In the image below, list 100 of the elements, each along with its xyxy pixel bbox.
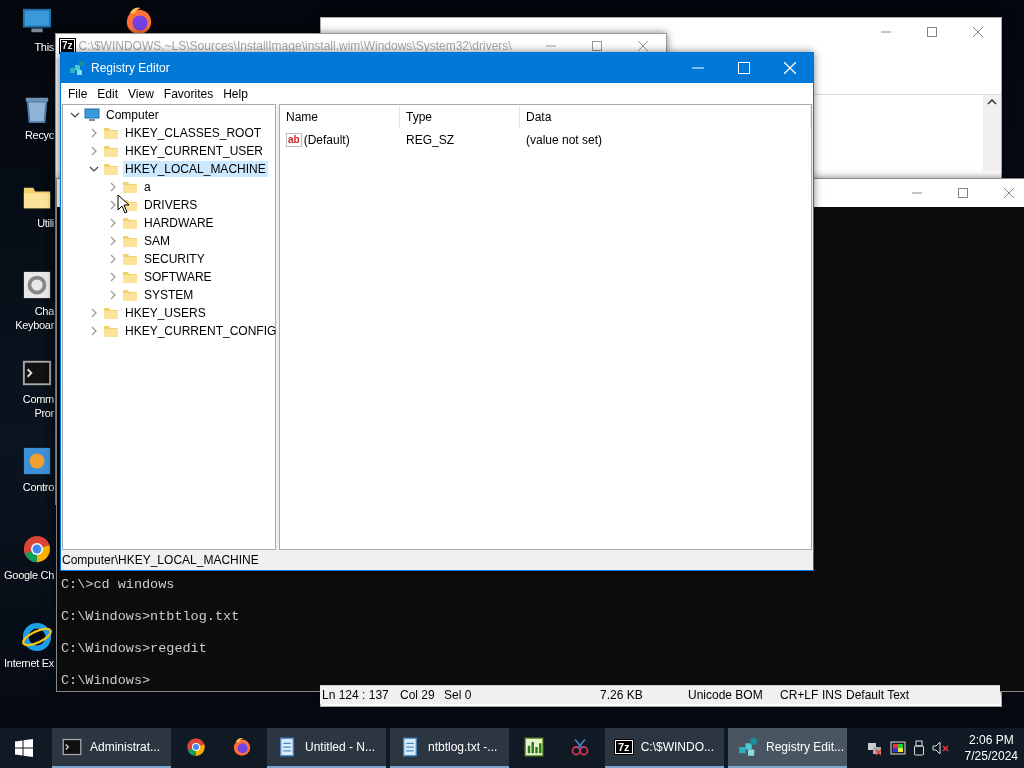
expand-icon[interactable] — [89, 128, 99, 138]
tree-item[interactable]: HKEY_CLASSES_ROOT — [123, 125, 264, 141]
console-line: C:\Windows>regedit — [61, 641, 208, 657]
usb-icon[interactable] — [912, 740, 925, 756]
browser-icon — [186, 737, 206, 757]
desktop-icon-label: Pror — [34, 406, 54, 420]
tree-item[interactable]: a — [142, 179, 153, 195]
close-icon — [784, 62, 796, 74]
color-icon[interactable] — [889, 740, 906, 756]
expand-icon[interactable] — [108, 290, 118, 300]
globe-icon — [22, 622, 52, 652]
network-icon[interactable] — [866, 740, 883, 756]
browser-icon — [124, 6, 154, 36]
status-text: Unicode BOM — [687, 688, 764, 702]
maximize-icon — [592, 41, 602, 51]
expand-icon[interactable] — [108, 272, 118, 282]
folder-icon — [103, 125, 119, 141]
desktop-icon-label: This — [34, 40, 54, 54]
console-line: C:\Windows> — [61, 673, 152, 689]
cubes-icon — [69, 60, 85, 76]
menu-item[interactable]: View — [123, 84, 159, 103]
expand-icon[interactable] — [108, 182, 118, 192]
control-panel-icon — [22, 446, 52, 476]
tree-item[interactable]: SAM — [142, 233, 172, 249]
scissors-icon — [570, 737, 590, 757]
expand-icon[interactable] — [89, 308, 99, 318]
notepad-icon — [400, 737, 420, 757]
console-line: C:\Windows>ntbtlog.txt — [61, 609, 241, 625]
taskbar-button[interactable]: 7z C:\$WINDO... — [605, 728, 724, 768]
tree-item[interactable]: Computer — [104, 107, 161, 123]
browser-icon — [22, 534, 52, 564]
folder-icon — [122, 251, 138, 267]
clock-date: 7/25/2024 — [964, 748, 1018, 764]
folder-icon — [103, 161, 119, 177]
clock[interactable]: 2:06 PM 7/25/2024 — [964, 732, 1018, 764]
tree-item[interactable]: HKEY_CURRENT_USER — [123, 143, 266, 159]
taskbar-button[interactable]: Administrat... — [52, 728, 171, 768]
notepad-icon — [277, 737, 297, 757]
console-icon — [22, 358, 52, 388]
tree-item[interactable]: DRIVERS — [142, 197, 200, 213]
taskbar-button[interactable]: ntbtlog.txt -... — [390, 728, 509, 768]
computer-icon — [84, 107, 100, 123]
taskbar-button[interactable]: Untitled - N... — [267, 728, 386, 768]
expand-icon[interactable] — [89, 146, 99, 156]
window-title: Registry Editor — [91, 61, 170, 75]
column-header[interactable]: Name — [280, 106, 400, 128]
collapse-icon[interactable] — [70, 110, 80, 120]
menu-item[interactable]: Help — [218, 84, 253, 103]
folder-icon — [122, 269, 138, 285]
mouse-cursor-icon — [117, 194, 130, 214]
expand-icon[interactable] — [108, 218, 118, 228]
folder-icon — [122, 215, 138, 231]
tree-item[interactable]: HARDWARE — [142, 215, 216, 231]
table-cell-text: (value not set) — [525, 133, 604, 147]
tree-item[interactable]: SECURITY — [142, 251, 207, 267]
status-text: Ln 124 : 137 — [321, 688, 390, 702]
menu-item[interactable]: File — [63, 84, 93, 103]
status-text: Sel 0 — [443, 688, 473, 702]
table-cell-text: REG_SZ — [405, 133, 455, 147]
expand-icon[interactable] — [108, 254, 118, 264]
status-text: Default Text — [845, 688, 910, 702]
tree-item[interactable]: HKEY_LOCAL_MACHINE — [123, 161, 268, 177]
folder-icon — [122, 233, 138, 249]
console-line: C:\>cd windows — [61, 577, 176, 593]
windows-logo-icon — [15, 739, 33, 757]
expand-icon[interactable] — [108, 236, 118, 246]
column-header[interactable]: Data — [520, 106, 811, 128]
chart-icon — [524, 737, 544, 757]
desktop-icon-label: Contro — [22, 480, 54, 494]
expand-icon[interactable] — [89, 326, 99, 336]
menu-item[interactable]: Edit — [92, 84, 124, 103]
status-text: Col 29 — [399, 688, 436, 702]
folder-icon — [103, 143, 119, 159]
desktop-icon-label: Google Ch — [4, 568, 54, 582]
desktop-icon-label: Keyboar — [15, 318, 54, 332]
archive-logo-icon: 7z — [60, 39, 75, 53]
tree-item[interactable]: HKEY_CURRENT_CONFIG — [123, 323, 279, 339]
desktop-icon-label: Internet Ex — [4, 656, 54, 670]
taskbar-button[interactable]: Registry Edit... — [728, 728, 847, 768]
maximize-icon — [927, 27, 937, 37]
scrollbar[interactable] — [983, 95, 1001, 171]
string-value-icon: ab — [286, 133, 302, 147]
close-icon — [973, 27, 983, 37]
collapse-icon[interactable] — [89, 164, 99, 174]
maximize-icon — [958, 188, 968, 198]
speaker-muted-icon[interactable] — [931, 740, 950, 756]
column-header[interactable]: Type — [400, 106, 520, 128]
tree-item[interactable]: SYSTEM — [142, 287, 196, 303]
tree-item[interactable]: HKEY_USERS — [123, 305, 208, 321]
scroll-up-icon — [987, 99, 997, 105]
tree-item[interactable]: SOFTWARE — [142, 269, 214, 285]
expand-icon[interactable] — [108, 200, 118, 210]
status-text: 7.26 KB — [599, 688, 644, 702]
window-title: C:\$WINDOWS.~LS\Sources\InstallImage\install.wim\Windows\System32\drivers\ — [78, 39, 512, 53]
desktop-icon-label: Comm — [22, 392, 54, 406]
archive-logo-icon: 7z — [615, 740, 633, 754]
cubes-icon — [738, 737, 758, 757]
maximize-icon — [738, 62, 750, 74]
menu-item[interactable]: Favorites — [158, 84, 219, 103]
desktop-icon-label: Recyc — [24, 128, 54, 142]
